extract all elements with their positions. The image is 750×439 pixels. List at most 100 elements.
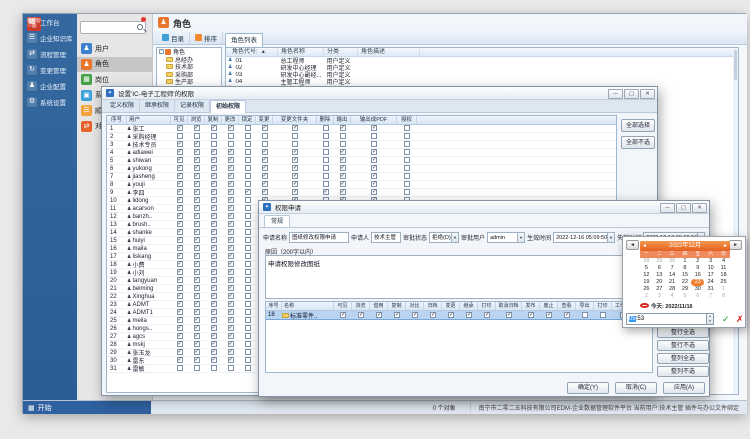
checkbox[interactable]: ✓ (340, 173, 346, 179)
checkbox[interactable] (404, 133, 410, 139)
checkbox[interactable]: ✓ (177, 285, 183, 291)
checkbox[interactable] (245, 269, 251, 275)
checkbox[interactable]: ✓ (228, 285, 234, 291)
checkbox[interactable]: ✓ (262, 149, 268, 155)
checkbox[interactable]: ✓ (177, 325, 183, 331)
checkbox[interactable]: ✓ (228, 125, 234, 131)
checkbox[interactable]: ✓ (228, 237, 234, 243)
checkbox[interactable]: ✓ (211, 277, 217, 283)
checkbox[interactable]: ✓ (194, 205, 200, 211)
sidebar-item[interactable]: ⇄ 流程管理 (23, 46, 77, 62)
checkbox[interactable]: ✓ (228, 229, 234, 235)
checkbox[interactable]: ✓ (211, 237, 217, 243)
checkbox[interactable]: ✓ (262, 157, 268, 163)
checkbox[interactable]: ✓ (292, 125, 298, 131)
checkbox[interactable]: ✓ (211, 341, 217, 347)
checkbox[interactable]: ✓ (177, 349, 183, 355)
calendar-day[interactable]: 19 (640, 279, 653, 286)
checkbox[interactable]: ✓ (262, 165, 268, 171)
calendar-day[interactable]: 3 (653, 293, 666, 300)
checkbox[interactable]: ✓ (211, 197, 217, 203)
checkbox[interactable] (582, 312, 588, 318)
checkbox[interactable]: ✓ (292, 165, 298, 171)
sidebar-item[interactable]: ☰ 企业知识库 (23, 30, 77, 46)
checkbox[interactable] (245, 221, 251, 227)
checkbox[interactable] (245, 245, 251, 251)
checkbox[interactable]: ✓ (228, 261, 234, 267)
calendar-day[interactable]: 2 (640, 293, 653, 300)
checkbox[interactable]: ✓ (228, 149, 234, 155)
calendar-day[interactable]: 2 (691, 258, 704, 265)
checkbox[interactable]: ✓ (228, 173, 234, 179)
nav-item[interactable]: ♟ 用户 (77, 41, 153, 57)
column-header[interactable]: 发布 (522, 302, 540, 310)
checkbox[interactable]: ✓ (177, 125, 183, 131)
sidebar-item[interactable]: ↻ 变更管理 (23, 62, 77, 78)
checkbox[interactable]: ✓ (228, 301, 234, 307)
checkbox[interactable] (245, 197, 251, 203)
column-header[interactable]: 借用 (370, 302, 388, 310)
checkbox[interactable]: ✓ (262, 181, 268, 187)
calendar-day[interactable]: 6 (691, 293, 704, 300)
column-header[interactable]: 浏览 (352, 302, 370, 310)
checkbox[interactable]: ✓ (194, 325, 200, 331)
checkbox[interactable]: ✓ (177, 333, 183, 339)
checkbox[interactable]: ✓ (228, 317, 234, 323)
calendar-day[interactable]: 14 (666, 272, 679, 279)
checkbox[interactable]: ✓ (194, 157, 200, 163)
checkbox[interactable]: ✓ (211, 149, 217, 155)
checkbox[interactable] (211, 133, 217, 139)
scrollbar[interactable] (733, 48, 738, 394)
checkbox[interactable] (245, 157, 251, 163)
calendar-day[interactable]: 9 (691, 265, 704, 272)
checkbox[interactable] (323, 157, 329, 163)
column-header[interactable]: 角色描述 (358, 48, 420, 56)
checkbox[interactable]: ✓ (211, 269, 217, 275)
permission-tab[interactable]: 初始权限 (210, 100, 246, 113)
checkbox[interactable]: ✓ (228, 277, 234, 283)
checkbox[interactable] (262, 141, 268, 147)
confirm-icon[interactable]: ✓ (722, 313, 730, 325)
calendar-day[interactable]: 1 (679, 258, 692, 265)
checkbox[interactable]: ✓ (211, 229, 217, 235)
checkbox[interactable]: ✓ (211, 165, 217, 171)
dialog-titlebar[interactable]: ✦ 权限申请 ─ ▢ ✕ (259, 201, 709, 214)
checkbox[interactable]: ✓ (245, 189, 251, 195)
checkbox[interactable]: ✓ (194, 269, 200, 275)
column-header[interactable]: 变更 (442, 302, 460, 310)
nav-item[interactable]: ♟ 角色 (77, 57, 153, 73)
checkbox[interactable]: ✓ (177, 309, 183, 315)
calendar-day[interactable]: 28 (640, 258, 653, 265)
checkbox[interactable]: ✓ (211, 293, 217, 299)
checkbox[interactable]: ✓ (194, 333, 200, 339)
checkbox[interactable]: ✓ (194, 197, 200, 203)
column-header[interactable]: 授权 (397, 116, 417, 124)
column-header[interactable]: 名称 (282, 302, 334, 310)
calendar-day[interactable]: 21 (666, 279, 679, 286)
calendar-day[interactable]: 8 (717, 293, 730, 300)
checkbox[interactable] (292, 141, 298, 147)
dialog-button[interactable]: 取消(C) (615, 382, 657, 394)
prev-month-icon[interactable]: ◄ (642, 241, 647, 251)
checkbox[interactable]: ✓ (177, 157, 183, 163)
checkbox[interactable]: ✓ (194, 317, 200, 323)
checkbox[interactable] (323, 181, 329, 187)
calendar-day[interactable]: 23 (691, 279, 704, 286)
checkbox[interactable]: ✓ (228, 309, 234, 315)
checkbox[interactable] (194, 133, 200, 139)
checkbox[interactable]: ✓ (340, 312, 346, 318)
checkbox[interactable] (245, 317, 251, 323)
calendar-day[interactable]: 17 (704, 272, 717, 279)
calendar-day[interactable]: 24 (704, 279, 717, 286)
checkbox[interactable]: ✓ (292, 181, 298, 187)
column-header[interactable]: 浏览 (188, 116, 205, 124)
toolbar-button[interactable]: 排序 (190, 32, 223, 44)
checkbox[interactable]: ✓ (194, 141, 200, 147)
checkbox[interactable]: ✓ (292, 157, 298, 163)
checkbox[interactable] (245, 133, 251, 139)
selected-row[interactable]: 18 标准零件.. ✓✓✓✓✓✓✓✓✓✓✓✓✓✓✓ (266, 311, 652, 320)
checkbox[interactable]: ✓ (292, 189, 298, 195)
checkbox[interactable]: ✓ (177, 261, 183, 267)
calendar-day[interactable]: 7 (666, 265, 679, 272)
checkbox[interactable]: ✓ (340, 189, 346, 195)
